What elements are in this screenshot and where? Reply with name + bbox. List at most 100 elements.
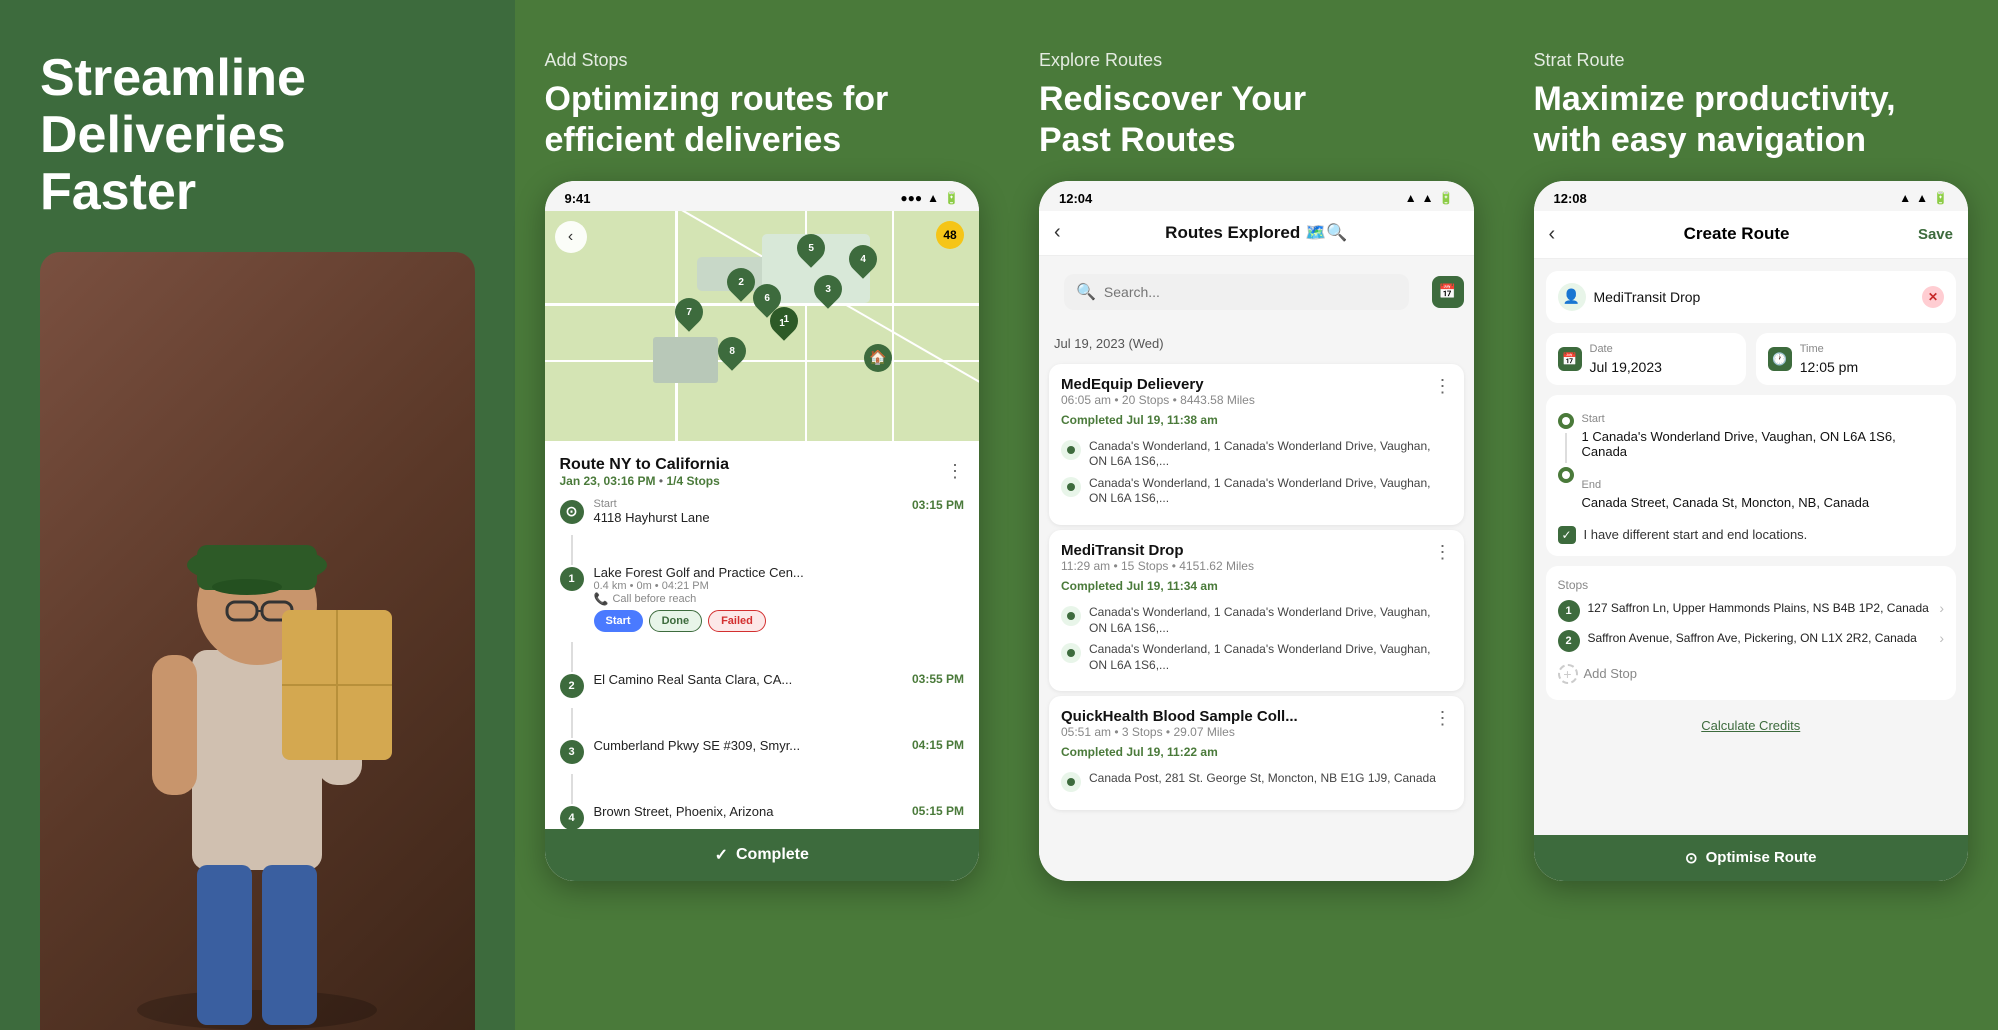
call-icon: 📞 <box>594 592 609 606</box>
card2-meta: 11:29 am • 15 Stops • 4151.62 Miles <box>1061 559 1254 573</box>
panel4-title: Maximize productivity, with easy navigat… <box>1534 79 1969 161</box>
calendar-icon[interactable]: 📅 <box>1432 276 1464 308</box>
stop-2-name: El Camino Real Santa Clara, CA... <box>594 672 902 687</box>
panel-add-stops: Add Stops Optimizing routes for efficien… <box>515 0 1010 1030</box>
route-info-section: Route NY to California Jan 23, 03:16 PM … <box>545 441 980 881</box>
optimise-icon: ⊙ <box>1685 849 1698 867</box>
chevron-right-1: › <box>1939 600 1944 616</box>
map-pin-8: 8 <box>712 331 752 371</box>
done-button[interactable]: Done <box>649 610 703 632</box>
card1-meta: 06:05 am • 20 Stops • 8443.58 Miles <box>1061 393 1255 407</box>
card3-more-options[interactable]: ⋮ <box>1434 708 1452 729</box>
stop-2-time: 03:55 PM <box>912 672 964 686</box>
card2-info: MediTransit Drop 11:29 am • 15 Stops • 4… <box>1061 542 1254 601</box>
card2-header: MediTransit Drop 11:29 am • 15 Stops • 4… <box>1061 542 1452 601</box>
stop-2-info: El Camino Real Santa Clara, CA... <box>594 672 902 687</box>
complete-button[interactable]: ✓ Complete <box>545 829 980 881</box>
stop-3: 3 Cumberland Pkwy SE #309, Smyr... 04:15… <box>560 738 965 764</box>
time-label: Time <box>1800 343 1858 355</box>
more-options-button[interactable]: ⋮ <box>946 461 964 482</box>
back-button-3[interactable]: ‹ <box>1054 221 1061 244</box>
routes-title: Routes Explored 🗺️🔍 <box>1165 223 1347 243</box>
stop-1-meta: 0.4 km • 0m • 04:21 PM <box>594 580 965 592</box>
panel-start-route: Strat Route Maximize productivity, with … <box>1504 0 1998 1030</box>
stop-3-icon: 3 <box>560 740 584 764</box>
location-fields: Start 1 Canada's Wonderland Drive, Vaugh… <box>1546 395 1957 556</box>
start-button[interactable]: Start <box>594 610 643 632</box>
close-button[interactable]: ✕ <box>1922 286 1944 308</box>
map-back-button[interactable]: ‹ <box>555 221 587 253</box>
search-input[interactable] <box>1104 284 1397 300</box>
back-button-4[interactable]: ‹ <box>1549 223 1556 246</box>
card3-name: QuickHealth Blood Sample Coll... <box>1061 708 1298 725</box>
card1-more-options[interactable]: ⋮ <box>1434 376 1452 397</box>
routes-header: ‹ Routes Explored 🗺️🔍 <box>1039 211 1474 256</box>
hero-headline: Streamline Deliveries Faster <box>40 50 475 222</box>
map-road <box>892 211 894 441</box>
date-field[interactable]: 📅 Date Jul 19,2023 <box>1546 333 1746 385</box>
route-card-3[interactable]: QuickHealth Blood Sample Coll... 05:51 a… <box>1049 696 1464 810</box>
date-header: Jul 19, 2023 (Wed) <box>1039 328 1474 359</box>
calculate-credits-button[interactable]: Calculate Credits <box>1546 710 1957 741</box>
wifi-icon-3: ▲ <box>1422 191 1434 205</box>
route-name: Route NY to California <box>560 456 730 474</box>
panel3-label: Explore Routes <box>1039 50 1474 71</box>
clock-icon: 🕐 <box>1768 347 1792 371</box>
route-meta: Jan 23, 03:16 PM • 1/4 Stops <box>560 474 730 488</box>
optimise-label: Optimise Route <box>1706 849 1817 866</box>
stops-section: Stops 1 127 Saffron Ln, Upper Hammonds P… <box>1546 566 1957 700</box>
panel2-title: Optimizing routes for efficient deliveri… <box>545 79 980 161</box>
stop-connector <box>571 774 573 804</box>
stop-connector <box>571 708 573 738</box>
search-bar[interactable]: 🔍 <box>1064 274 1409 310</box>
phone-mockup-4: 12:08 ▲ ▲ 🔋 ‹ Create Route Save 👤 MediTr… <box>1534 181 1969 881</box>
date-value: Jul 19,2023 <box>1590 359 1662 375</box>
nav-icon-4: ▲ <box>1899 191 1911 205</box>
loc-dot-4 <box>1061 643 1081 663</box>
card2-more-options[interactable]: ⋮ <box>1434 542 1452 563</box>
card3-completed: Completed Jul 19, 11:22 am <box>1061 745 1298 759</box>
stop-1-actions[interactable]: Start Done Failed <box>594 610 965 632</box>
add-plus-icon: + <box>1558 664 1578 684</box>
stop-4-time: 05:15 PM <box>912 804 964 818</box>
time-value: 12:05 pm <box>1800 359 1858 375</box>
failed-button[interactable]: Failed <box>708 610 766 632</box>
map-home-pin: 🏠 <box>864 344 892 372</box>
time-field[interactable]: 🕐 Time 12:05 pm <box>1756 333 1956 385</box>
start-address: 4118 Hayhurst Lane <box>594 510 902 525</box>
wifi-icon-4: ▲ <box>1916 191 1928 205</box>
time-4: 12:08 <box>1554 191 1587 206</box>
map-area <box>653 337 718 383</box>
optimise-route-button[interactable]: ⊙ Optimise Route <box>1534 835 1969 881</box>
start-stop: ⊙ Start 4118 Hayhurst Lane 03:15 PM <box>560 498 965 525</box>
checkbox-row[interactable]: ✓ I have different start and end locatio… <box>1558 526 1945 544</box>
stop-badge-2: 2 <box>1558 630 1580 652</box>
calendar-field-icon: 📅 <box>1558 347 1582 371</box>
time-3: 12:04 <box>1059 191 1092 206</box>
route-card-2[interactable]: MediTransit Drop 11:29 am • 15 Stops • 4… <box>1049 530 1464 691</box>
end-location: End Canada Street, Canada St, Moncton, N… <box>1582 479 1945 510</box>
checkbox-icon: ✓ <box>1558 526 1576 544</box>
status-icons-2: ●●● ▲ 🔋 <box>900 191 959 205</box>
start-location: Start 1 Canada's Wonderland Drive, Vaugh… <box>1582 413 1945 459</box>
start-dot <box>1558 413 1574 429</box>
checkbox-label: I have different start and end locations… <box>1584 527 1808 542</box>
save-button[interactable]: Save <box>1918 226 1953 243</box>
stop-1: 1 Lake Forest Golf and Practice Cen... 0… <box>560 565 965 632</box>
end-dot <box>1558 467 1574 483</box>
card1-header: MedEquip Delievery 06:05 am • 20 Stops •… <box>1061 376 1452 435</box>
stop-1-info: Lake Forest Golf and Practice Cen... 0.4… <box>594 565 965 632</box>
add-stop-button[interactable]: + Add Stop <box>1558 660 1945 688</box>
start-icon: ⊙ <box>560 500 584 524</box>
phone-mockup-3: 12:04 ▲ ▲ 🔋 ‹ Routes Explored 🗺️🔍 🔍 📅 Ju… <box>1039 181 1474 881</box>
stop-3-info: Cumberland Pkwy SE #309, Smyr... <box>594 738 902 753</box>
card2-loc2-text: Canada's Wonderland, 1 Canada's Wonderla… <box>1089 642 1452 673</box>
panel4-label: Strat Route <box>1534 50 1969 71</box>
start-time: 03:15 PM <box>912 498 964 512</box>
complete-label: Complete <box>736 846 809 864</box>
route-card-1[interactable]: MedEquip Delievery 06:05 am • 20 Stops •… <box>1049 364 1464 525</box>
start-field: Start 1 Canada's Wonderland Drive, Vaugh… <box>1558 407 1945 516</box>
route-name-left: 👤 MediTransit Drop <box>1558 283 1701 311</box>
stop-entry-1: 1 127 Saffron Ln, Upper Hammonds Plains,… <box>1558 600 1945 622</box>
card1-completed: Completed Jul 19, 11:38 am <box>1061 413 1255 427</box>
